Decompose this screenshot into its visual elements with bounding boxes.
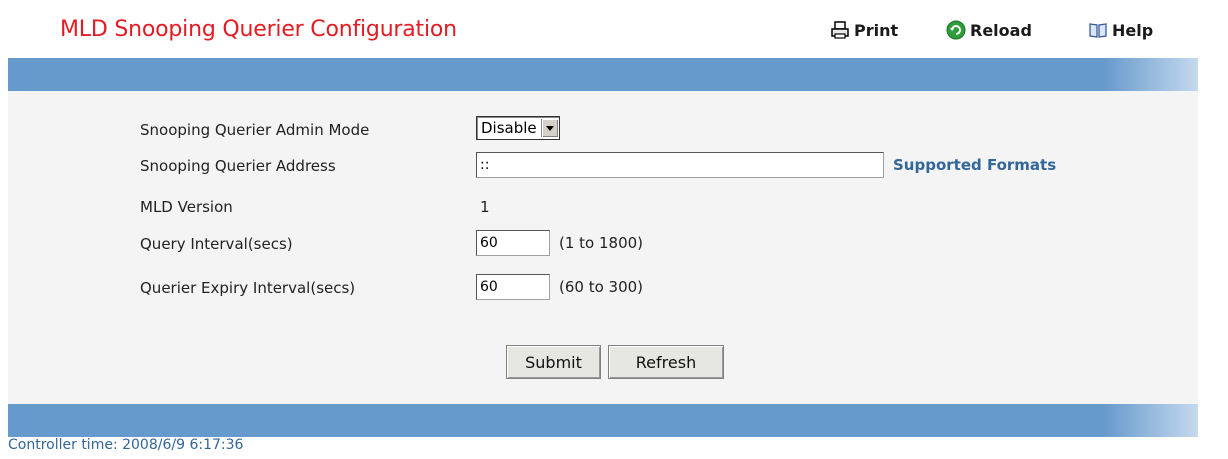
page-frame: MLD Snooping Querier Configuration Print xyxy=(8,0,1198,459)
reload-link[interactable]: Reload xyxy=(946,20,1032,40)
reload-icon xyxy=(946,20,966,40)
querier-address-label: Snooping Querier Address xyxy=(140,157,336,175)
help-label: Help xyxy=(1112,20,1154,40)
query-interval-input[interactable] xyxy=(476,230,550,256)
query-interval-label: Query Interval(secs) xyxy=(140,235,293,253)
form-panel: Snooping Querier Admin Mode Disable Snoo… xyxy=(8,91,1198,404)
controller-time: Controller time: 2008/6/9 6:17:36 xyxy=(8,437,244,453)
admin-mode-label: Snooping Querier Admin Mode xyxy=(140,121,370,139)
admin-mode-value: Disable xyxy=(481,119,537,137)
expiry-interval-range: (60 to 300) xyxy=(559,278,644,296)
querier-address-input[interactable] xyxy=(476,152,884,178)
query-interval-range: (1 to 1800) xyxy=(559,234,644,252)
book-icon xyxy=(1088,20,1108,40)
printer-icon xyxy=(830,20,850,40)
admin-mode-select[interactable]: Disable xyxy=(476,116,560,140)
top-bar xyxy=(8,58,1198,91)
submit-button[interactable]: Submit xyxy=(506,345,601,379)
refresh-button[interactable]: Refresh xyxy=(608,345,724,379)
mld-version-label: MLD Version xyxy=(140,198,233,216)
chevron-down-icon[interactable] xyxy=(540,119,558,137)
expiry-interval-label: Querier Expiry Interval(secs) xyxy=(140,279,356,297)
help-link[interactable]: Help xyxy=(1088,20,1153,40)
print-label: Print xyxy=(854,20,899,40)
print-link[interactable]: Print xyxy=(830,20,898,40)
bottom-bar xyxy=(8,404,1198,437)
page-title: MLD Snooping Querier Configuration xyxy=(60,17,457,42)
header: MLD Snooping Querier Configuration Print xyxy=(8,0,1198,58)
expiry-interval-input[interactable] xyxy=(476,274,550,300)
reload-label: Reload xyxy=(970,20,1032,40)
mld-version-value: 1 xyxy=(480,198,490,216)
supported-formats-link[interactable]: Supported Formats xyxy=(893,156,1056,174)
